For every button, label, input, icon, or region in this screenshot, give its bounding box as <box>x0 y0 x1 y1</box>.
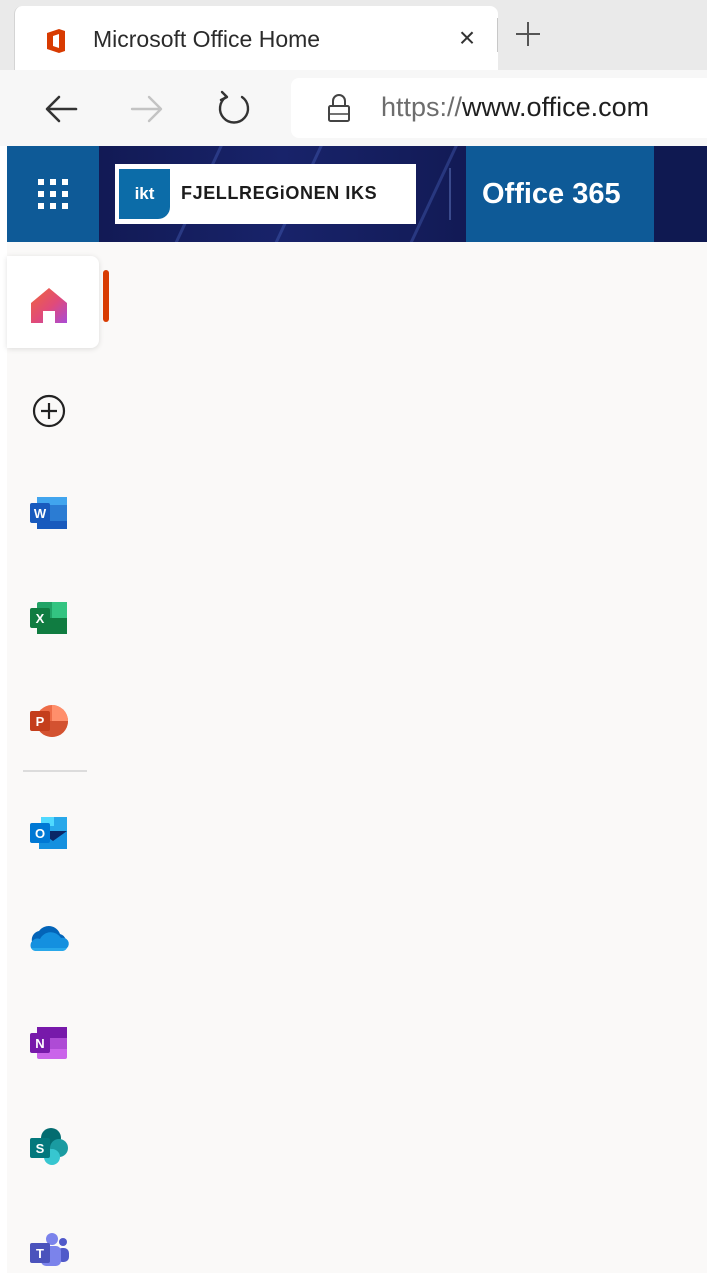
word-icon: W <box>30 497 67 529</box>
page-content: W X P O N S T <box>7 242 707 1273</box>
app-title: Office 365 <box>482 178 621 210</box>
org-logo-text: FJELLREGiONEN IKS <box>181 183 378 203</box>
rail-item-onedrive[interactable] <box>7 889 99 981</box>
rail-item-sharepoint[interactable]: S <box>7 1098 99 1190</box>
forward-arrow-icon[interactable] <box>126 88 168 130</box>
rail-item-create[interactable] <box>7 362 99 454</box>
browser-tab[interactable]: Microsoft Office Home × <box>14 6 498 70</box>
header-divider <box>449 168 451 220</box>
rail-item-word[interactable]: W <box>7 464 99 556</box>
tab-title: Microsoft Office Home <box>93 26 321 52</box>
home-icon <box>31 288 67 323</box>
url-scheme: https:// <box>381 92 463 122</box>
rail-item-outlook[interactable]: O <box>7 784 99 876</box>
org-logo[interactable]: ikt FJELLREGiONEN IKS <box>115 164 416 224</box>
onedrive-icon <box>30 926 69 951</box>
active-indicator <box>103 270 109 322</box>
powerpoint-letter: P <box>36 714 45 729</box>
waffle-icon <box>38 179 68 209</box>
back-arrow-icon[interactable] <box>40 88 82 130</box>
browser-toolbar: https://www.office.com <box>0 70 707 146</box>
teams-icon: T <box>30 1233 69 1266</box>
rail-item-teams[interactable]: T <box>7 1202 99 1273</box>
rail-item-excel[interactable]: X <box>7 569 99 661</box>
sharepoint-icon: S <box>30 1128 68 1165</box>
excel-letter: X <box>36 611 45 626</box>
lock-icon[interactable] <box>327 92 351 124</box>
outlook-icon: O <box>30 817 67 849</box>
rail-item-onenote[interactable]: N <box>7 994 99 1086</box>
rail-divider <box>23 770 87 772</box>
refresh-icon[interactable] <box>213 88 255 130</box>
tab-separator <box>497 18 498 52</box>
org-logo-badge: ikt <box>119 169 170 219</box>
onenote-letter: N <box>35 1036 44 1051</box>
powerpoint-icon: P <box>30 705 68 737</box>
word-letter: W <box>34 506 47 521</box>
url-host: www.office.com <box>462 92 650 122</box>
excel-icon: X <box>30 602 67 634</box>
office-header: ikt FJELLREGiONEN IKS Office 365 <box>7 146 707 242</box>
new-tab-icon[interactable] <box>510 16 546 52</box>
office-favicon-icon <box>47 29 65 53</box>
close-tab-icon[interactable]: × <box>451 22 483 54</box>
header-right-area <box>654 146 707 242</box>
onenote-icon: N <box>30 1027 67 1059</box>
sharepoint-letter: S <box>36 1141 45 1156</box>
app-title-link[interactable]: Office 365 <box>466 146 654 242</box>
rail-item-home[interactable] <box>7 256 99 348</box>
app-launcher-button[interactable] <box>7 146 99 242</box>
rail-item-powerpoint[interactable]: P <box>7 672 99 764</box>
url-text[interactable]: https://www.office.com <box>381 92 649 123</box>
outlook-letter: O <box>35 826 45 841</box>
teams-letter: T <box>36 1246 44 1261</box>
address-bar[interactable]: https://www.office.com <box>291 78 707 138</box>
left-app-rail: W X P O N S T <box>7 242 109 1273</box>
browser-tab-strip: Microsoft Office Home × <box>0 0 707 70</box>
plus-circle-icon <box>32 394 66 428</box>
